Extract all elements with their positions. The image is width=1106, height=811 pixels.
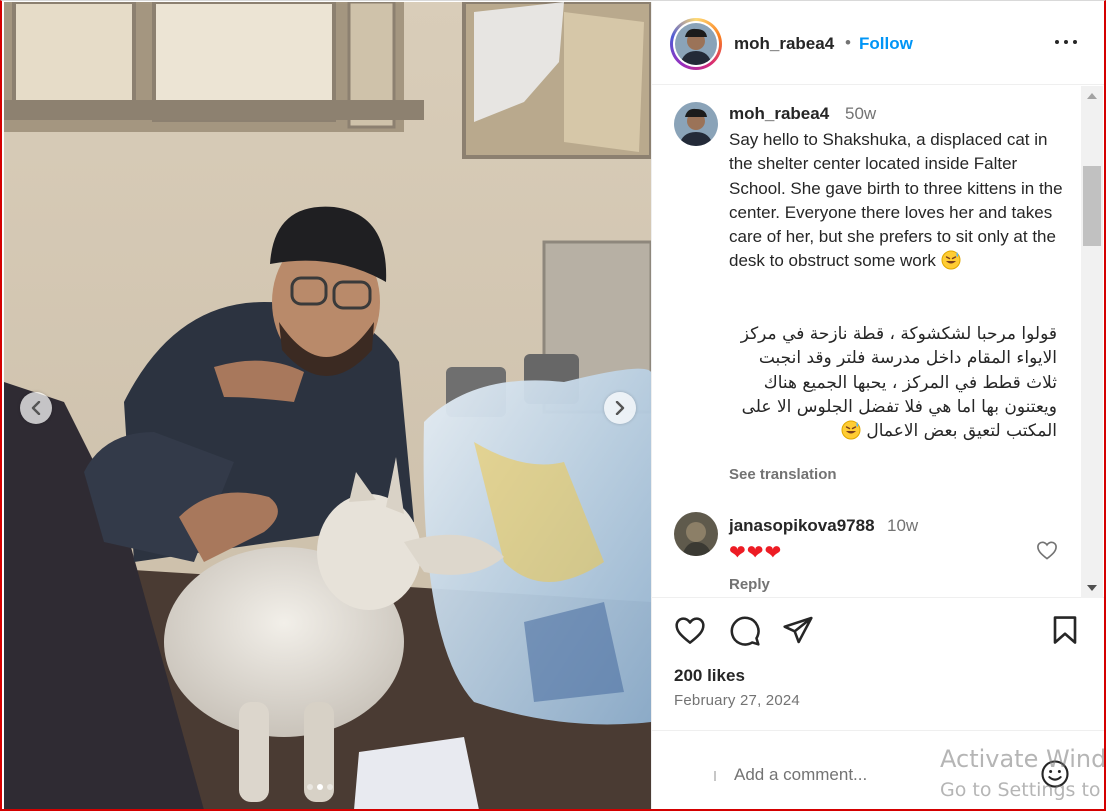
sweat-smile-emoji-icon <box>841 420 861 440</box>
caption-username[interactable]: moh_rabea4 <box>729 104 829 124</box>
add-comment-input[interactable] <box>734 763 994 787</box>
comment-avatar[interactable] <box>674 512 718 556</box>
post-author-username[interactable]: moh_rabea4 <box>734 34 834 54</box>
see-translation-link[interactable]: See translation <box>729 466 837 483</box>
post-action-bar <box>652 599 1104 663</box>
comments-scroll-area[interactable]: moh_rabea4 50w Say hello to Shakshuka, a… <box>652 86 1104 598</box>
caption-timestamp[interactable]: 50w <box>845 104 876 124</box>
post-image <box>4 2 651 809</box>
bookmark-icon[interactable] <box>1052 615 1078 650</box>
caption-arabic-text: قولوا مرحبا لشكشوكة ، قطة نازحة في مركز … <box>740 324 1057 442</box>
more-options-icon[interactable] <box>1055 40 1077 44</box>
post-header: moh_rabea4 • Follow <box>652 2 1104 85</box>
scrollbar-thumb[interactable] <box>1083 166 1101 246</box>
previous-slide-button[interactable] <box>20 392 52 424</box>
post-dialog: moh_rabea4 • Follow moh_rabea4 50w Say h… <box>0 0 1106 811</box>
input-mark <box>714 771 716 781</box>
comments-scrollbar[interactable] <box>1081 86 1103 598</box>
sweat-smile-emoji-icon <box>941 250 961 270</box>
post-photo <box>4 2 651 809</box>
heart-icon[interactable] <box>674 615 706 650</box>
scroll-up-arrow-icon[interactable] <box>1081 86 1103 106</box>
paper-plane-icon[interactable] <box>782 615 814 650</box>
scroll-down-arrow-icon[interactable] <box>1081 578 1103 598</box>
comment-like-icon[interactable] <box>1036 540 1058 565</box>
carousel-dot-active <box>317 784 323 790</box>
emoji-icon[interactable] <box>1040 759 1070 794</box>
comment-username[interactable]: janasopikova9788 <box>729 516 875 536</box>
comment-timestamp[interactable]: 10w <box>887 516 918 536</box>
post-date[interactable]: February 27, 2024 <box>674 692 800 709</box>
post-side-panel: moh_rabea4 • Follow moh_rabea4 50w Say h… <box>651 2 1104 809</box>
follow-button[interactable]: Follow <box>859 34 913 54</box>
carousel-dot <box>307 784 313 790</box>
caption-english-text: Say hello to Shakshuka, a displaced cat … <box>729 130 1063 271</box>
caption-avatar[interactable] <box>674 102 718 146</box>
comment-icon[interactable] <box>729 615 761 652</box>
chevron-left-icon <box>31 401 41 415</box>
chevron-right-icon <box>615 401 625 415</box>
likes-count[interactable]: 200 likes <box>674 666 745 686</box>
add-comment-bar <box>652 730 1104 809</box>
avatar <box>675 23 717 65</box>
caption-arabic: قولوا مرحبا لشكشوكة ، قطة نازحة في مركز … <box>729 322 1057 443</box>
carousel-dot <box>327 784 333 790</box>
carousel-indicator <box>307 784 333 790</box>
next-slide-button[interactable] <box>604 392 636 424</box>
comment-reply-button[interactable]: Reply <box>729 576 770 593</box>
story-ring[interactable] <box>670 18 722 70</box>
comment-text: ❤❤❤ <box>729 542 783 564</box>
caption-english: Say hello to Shakshuka, a displaced cat … <box>729 128 1069 274</box>
separator-dot: • <box>845 33 851 52</box>
